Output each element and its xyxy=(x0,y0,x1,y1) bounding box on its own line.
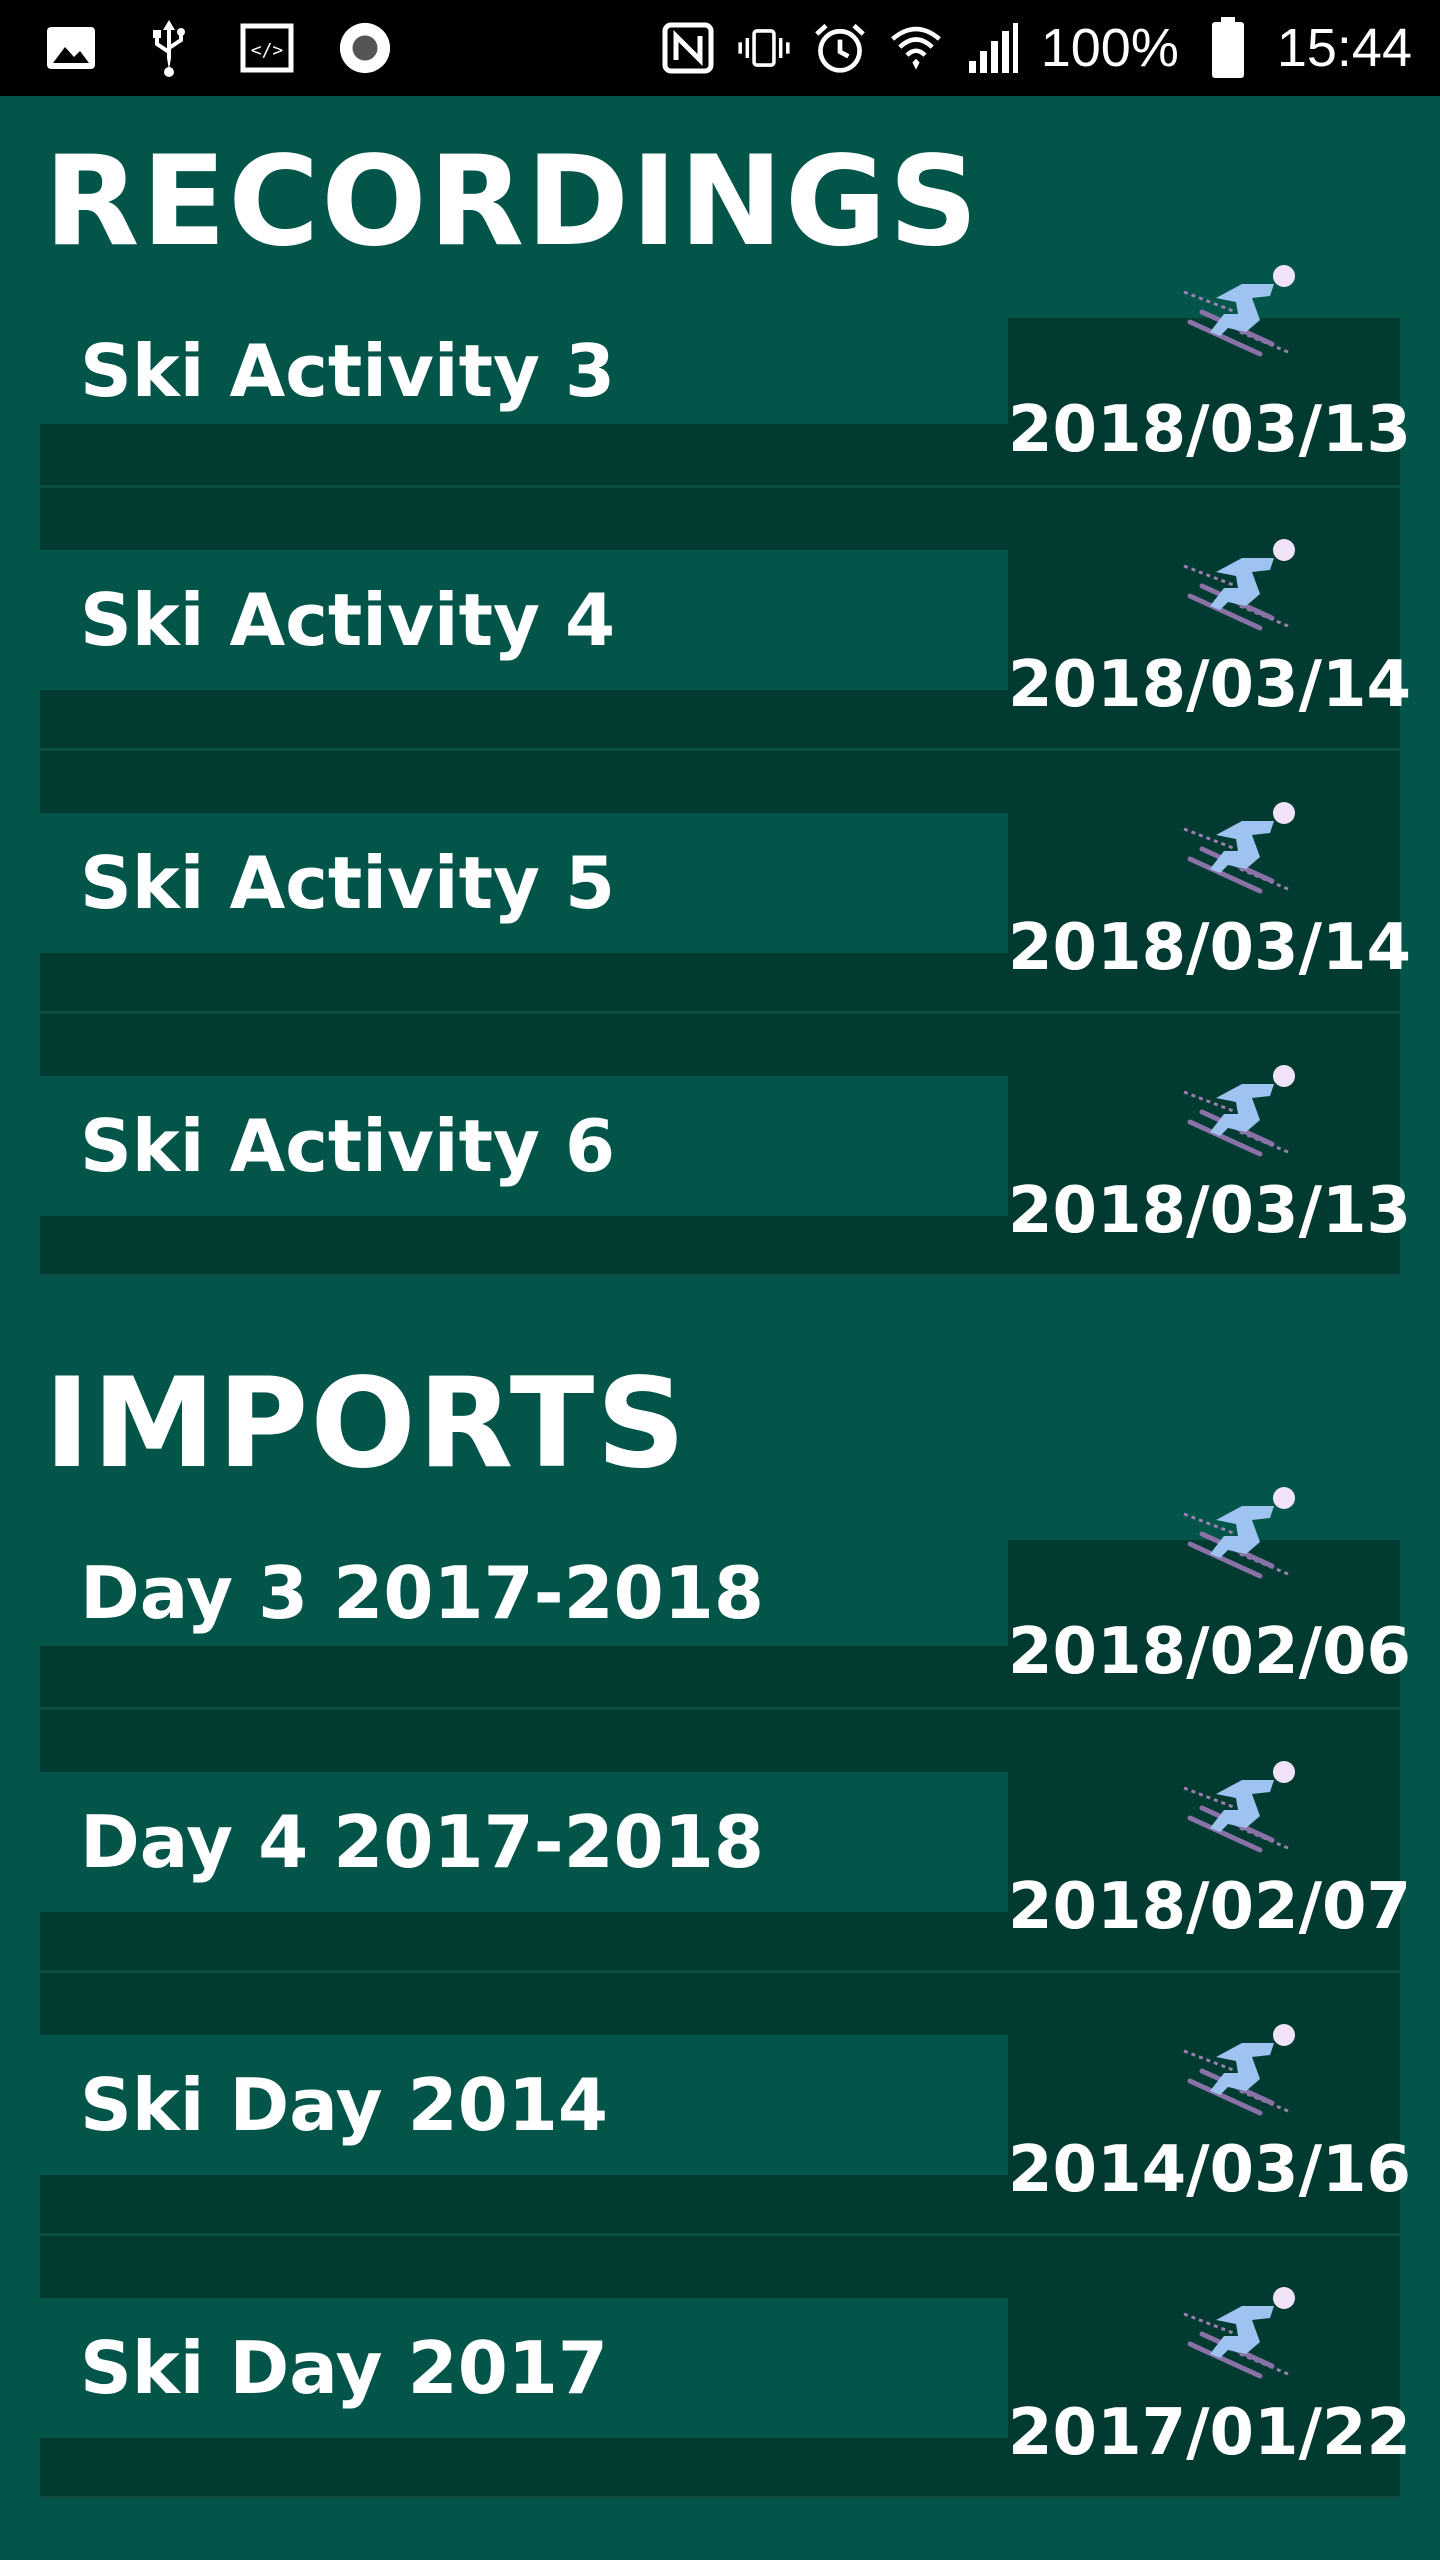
wifi-icon xyxy=(889,21,943,75)
row-side: 2018/03/13 xyxy=(1008,1014,1411,1274)
skier-icon xyxy=(1183,1487,1295,1579)
row-main: Day 3 2017-2018 xyxy=(40,1540,1008,1646)
list-item[interactable]: Ski Day 2017 2017/01/22 xyxy=(40,2236,1411,2499)
list-item[interactable]: Day 3 2017-2018 2018/02/06 xyxy=(40,1487,1411,1710)
status-bar: </> 100% 15:44 xyxy=(0,0,1440,96)
row-main: Ski Activity 6 xyxy=(40,1076,1008,1216)
image-icon xyxy=(44,21,98,75)
activity-date: 2018/03/14 xyxy=(1008,648,1411,722)
activity-name: Ski Day 2014 xyxy=(80,2063,609,2147)
skier-icon xyxy=(1183,1065,1295,1157)
list-item[interactable]: Ski Day 2014 2014/03/16 xyxy=(40,1973,1411,2236)
row-side: 2017/01/22 xyxy=(1008,2236,1411,2496)
nfc-icon xyxy=(661,21,715,75)
activity-name: Ski Day 2017 xyxy=(80,2326,609,2410)
svg-text:</>: </> xyxy=(251,40,284,61)
skier-icon xyxy=(1183,539,1295,631)
skier-icon xyxy=(1183,802,1295,894)
activity-date: 2014/03/16 xyxy=(1008,2133,1411,2207)
row-side: 2018/03/14 xyxy=(1008,751,1411,1011)
skier-icon xyxy=(1183,2287,1295,2379)
activity-name: Ski Activity 4 xyxy=(80,578,616,662)
activity-date: 2018/03/13 xyxy=(1008,1174,1411,1248)
row-main: Ski Day 2014 xyxy=(40,2035,1008,2175)
list-item[interactable]: Day 4 2017-2018 2018/02/07 xyxy=(40,1710,1411,1973)
skier-icon xyxy=(1183,1761,1295,1853)
imports-heading: IMPORTS xyxy=(44,1352,688,1496)
row-side: 2018/02/06 xyxy=(1008,1487,1411,1707)
alarm-icon xyxy=(813,21,867,75)
recordings-heading: RECORDINGS xyxy=(44,130,981,274)
recordings-list: Ski Activity 3 2018/03/13 Ski Activity 4… xyxy=(40,265,1411,1277)
row-main: Day 4 2017-2018 xyxy=(40,1772,1008,1912)
battery-percent: 100% xyxy=(1040,18,1179,78)
row-main: Ski Activity 4 xyxy=(40,550,1008,690)
activity-date: 2017/01/22 xyxy=(1008,2396,1411,2470)
activity-name: Ski Activity 3 xyxy=(80,329,616,413)
skier-icon xyxy=(1183,265,1295,357)
activity-name: Ski Activity 6 xyxy=(80,1104,616,1188)
signal-icon xyxy=(965,21,1019,75)
skier-icon xyxy=(1183,2024,1295,2116)
list-item[interactable]: Ski Activity 4 2018/03/14 xyxy=(40,488,1411,751)
activity-date: 2018/02/07 xyxy=(1008,1870,1411,1944)
imports-list: Day 3 2017-2018 2018/02/06 Day 4 2017-20… xyxy=(40,1487,1411,2499)
row-side: 2018/03/14 xyxy=(1008,488,1411,748)
battery-icon xyxy=(1201,17,1255,78)
activity-date: 2018/03/13 xyxy=(1008,393,1411,467)
activity-date: 2018/02/06 xyxy=(1008,1615,1411,1689)
list-item[interactable]: Ski Activity 3 2018/03/13 xyxy=(40,265,1411,488)
activity-name: Day 4 2017-2018 xyxy=(80,1800,764,1884)
activity-name: Ski Activity 5 xyxy=(80,841,616,925)
record-icon xyxy=(338,21,392,75)
list-item[interactable]: Ski Activity 6 2018/03/13 xyxy=(40,1014,1411,1277)
row-side: 2018/02/07 xyxy=(1008,1710,1411,1970)
clock: 15:44 xyxy=(1276,18,1412,78)
row-main: Ski Activity 3 xyxy=(40,318,1008,424)
row-main: Ski Day 2017 xyxy=(40,2298,1008,2438)
row-side: 2014/03/16 xyxy=(1008,1973,1411,2233)
row-main: Ski Activity 5 xyxy=(40,813,1008,953)
developer-mode-icon: </> xyxy=(240,21,294,75)
activity-date: 2018/03/14 xyxy=(1008,911,1411,985)
row-side: 2018/03/13 xyxy=(1008,265,1411,485)
usb-icon xyxy=(142,20,196,77)
activity-name: Day 3 2017-2018 xyxy=(80,1551,764,1635)
list-item[interactable]: Ski Activity 5 2018/03/14 xyxy=(40,751,1411,1014)
vibrate-icon xyxy=(737,21,791,75)
